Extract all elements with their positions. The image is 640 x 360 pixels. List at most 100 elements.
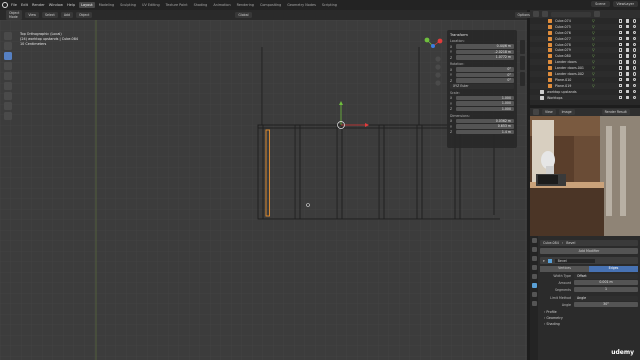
workspace-tab-modeling[interactable]: Modeling (97, 2, 116, 8)
visibility-icon[interactable] (632, 24, 636, 29)
render-icon[interactable] (625, 30, 629, 35)
modifier-name-field[interactable]: Bevel (554, 258, 595, 263)
workspace-tab-texture-paint[interactable]: Texture Paint (164, 2, 190, 8)
filter-icon[interactable] (594, 11, 600, 17)
output-properties-icon[interactable] (531, 256, 537, 261)
selectable-icon[interactable] (618, 36, 622, 41)
cursor-tool-icon[interactable] (4, 42, 12, 50)
render-icon[interactable] (625, 77, 629, 82)
visibility-icon[interactable] (632, 19, 636, 23)
selectable-icon[interactable] (618, 48, 622, 52)
measure-tool-icon[interactable] (4, 102, 12, 110)
workspace-tab-layout[interactable]: Layout (79, 2, 95, 8)
menu-render[interactable]: Render (32, 3, 45, 7)
visibility-icon[interactable] (632, 83, 636, 88)
segments-field[interactable]: 1 (574, 287, 638, 293)
render-icon[interactable] (625, 95, 629, 100)
outliner-editor-icon[interactable] (533, 11, 539, 17)
move-tool-icon[interactable] (4, 52, 12, 60)
render-view-menu[interactable]: View (542, 109, 556, 115)
object-menu[interactable]: Object (75, 12, 93, 18)
workspace-tab-compositing[interactable]: Compositing (258, 2, 283, 8)
modifier-properties-icon[interactable] (531, 283, 537, 288)
selectable-icon[interactable] (618, 83, 622, 88)
add-modifier-button[interactable]: Add Modifier (540, 248, 638, 254)
workspace-tab-sculpting[interactable]: Sculpting (118, 2, 138, 8)
location-y-field[interactable]: -2.0218 m (456, 49, 514, 55)
angle-field[interactable]: 30° (574, 302, 638, 308)
scale-x-field[interactable]: 1.000 (456, 95, 514, 101)
selectable-icon[interactable] (618, 72, 622, 76)
visibility-icon[interactable] (632, 66, 636, 70)
render-icon[interactable] (625, 83, 629, 88)
tab-view[interactable] (520, 72, 525, 86)
render-icon[interactable] (625, 36, 629, 41)
visibility-icon[interactable] (632, 42, 636, 47)
selectable-icon[interactable] (618, 54, 622, 58)
rotation-mode-dropdown[interactable]: XYZ Euler (450, 83, 514, 89)
rotation-x-field[interactable]: 0° (456, 67, 514, 72)
scene-properties-icon[interactable] (531, 265, 537, 270)
visibility-icon[interactable] (632, 60, 636, 64)
workspace-tab-rendering[interactable]: Rendering (235, 2, 256, 8)
amount-field[interactable]: 0.001 m (574, 280, 638, 286)
location-x-field[interactable]: 0.44/6 m (456, 44, 514, 49)
render-icon[interactable] (625, 24, 629, 29)
workspace-tab-animation[interactable]: Animation (211, 2, 232, 8)
location-z-field[interactable]: 1.0772 m (456, 55, 514, 60)
add-cube-tool-icon[interactable] (4, 112, 12, 120)
physics-properties-icon[interactable] (531, 292, 537, 297)
workspace-tab-shading[interactable]: Shading (192, 2, 210, 8)
render-icon[interactable] (625, 19, 629, 23)
scale-z-field[interactable]: 1.000 (456, 106, 514, 112)
menu-window[interactable]: Window (49, 3, 63, 7)
modifier-header[interactable]: ▾ Bevel (540, 257, 638, 264)
render-icon[interactable] (625, 89, 629, 94)
display-mode-icon[interactable] (542, 11, 548, 17)
tab-item[interactable] (520, 40, 525, 54)
selectable-icon[interactable] (618, 60, 622, 64)
render-icon[interactable] (625, 60, 629, 64)
transform-orientation-dropdown[interactable]: Global (235, 12, 252, 18)
transform-section-header[interactable]: Transform (450, 33, 514, 37)
add-menu[interactable]: Add (60, 12, 73, 18)
selectable-icon[interactable] (618, 42, 622, 47)
edges-mode-button[interactable]: Edges (589, 266, 638, 272)
scene-selector[interactable]: Scene (591, 1, 610, 7)
dimension-y-field[interactable]: 0.653 m (456, 124, 514, 129)
view-layer-selector[interactable]: ViewLayer (612, 1, 638, 7)
workspace-tab-scripting[interactable]: Scripting (320, 2, 339, 8)
visibility-icon[interactable] (632, 54, 636, 58)
dimension-x-field[interactable]: 0.0362 m (456, 118, 514, 124)
render-icon[interactable] (625, 54, 629, 58)
annotate-tool-icon[interactable] (4, 92, 12, 100)
selectable-icon[interactable] (618, 24, 622, 29)
visibility-icon[interactable] (632, 72, 636, 76)
transform-tool-icon[interactable] (4, 82, 12, 90)
select-menu[interactable]: Select (41, 12, 58, 18)
view-menu[interactable]: View (25, 12, 39, 18)
rotate-tool-icon[interactable] (4, 62, 12, 70)
outliner-search-input[interactable] (551, 11, 591, 17)
selectable-icon[interactable] (618, 30, 622, 35)
visibility-icon[interactable] (632, 48, 636, 52)
workspace-tab-uv-editing[interactable]: UV Editing (140, 2, 162, 8)
selectable-icon[interactable] (618, 89, 622, 94)
image-editor-icon[interactable] (533, 109, 539, 115)
selectable-icon[interactable] (618, 77, 622, 82)
mode-dropdown[interactable]: Object Mode (6, 10, 23, 20)
outliner-collection[interactable]: Worktops (530, 94, 640, 101)
selectable-icon[interactable] (618, 95, 622, 100)
render-properties-icon[interactable] (531, 247, 537, 252)
render-icon[interactable] (625, 42, 629, 47)
render-result-dropdown[interactable]: Render Result (601, 109, 630, 115)
menu-help[interactable]: Help (67, 3, 75, 7)
select-box-tool-icon[interactable] (4, 32, 12, 40)
tab-tool[interactable] (520, 56, 525, 70)
selectable-icon[interactable] (618, 66, 622, 70)
visibility-icon[interactable] (632, 77, 636, 82)
visibility-icon[interactable] (632, 95, 636, 100)
render-image-menu[interactable]: Image (558, 109, 575, 115)
selectable-icon[interactable] (618, 19, 622, 23)
dimension-z-field[interactable]: 1.4 m (456, 129, 514, 135)
